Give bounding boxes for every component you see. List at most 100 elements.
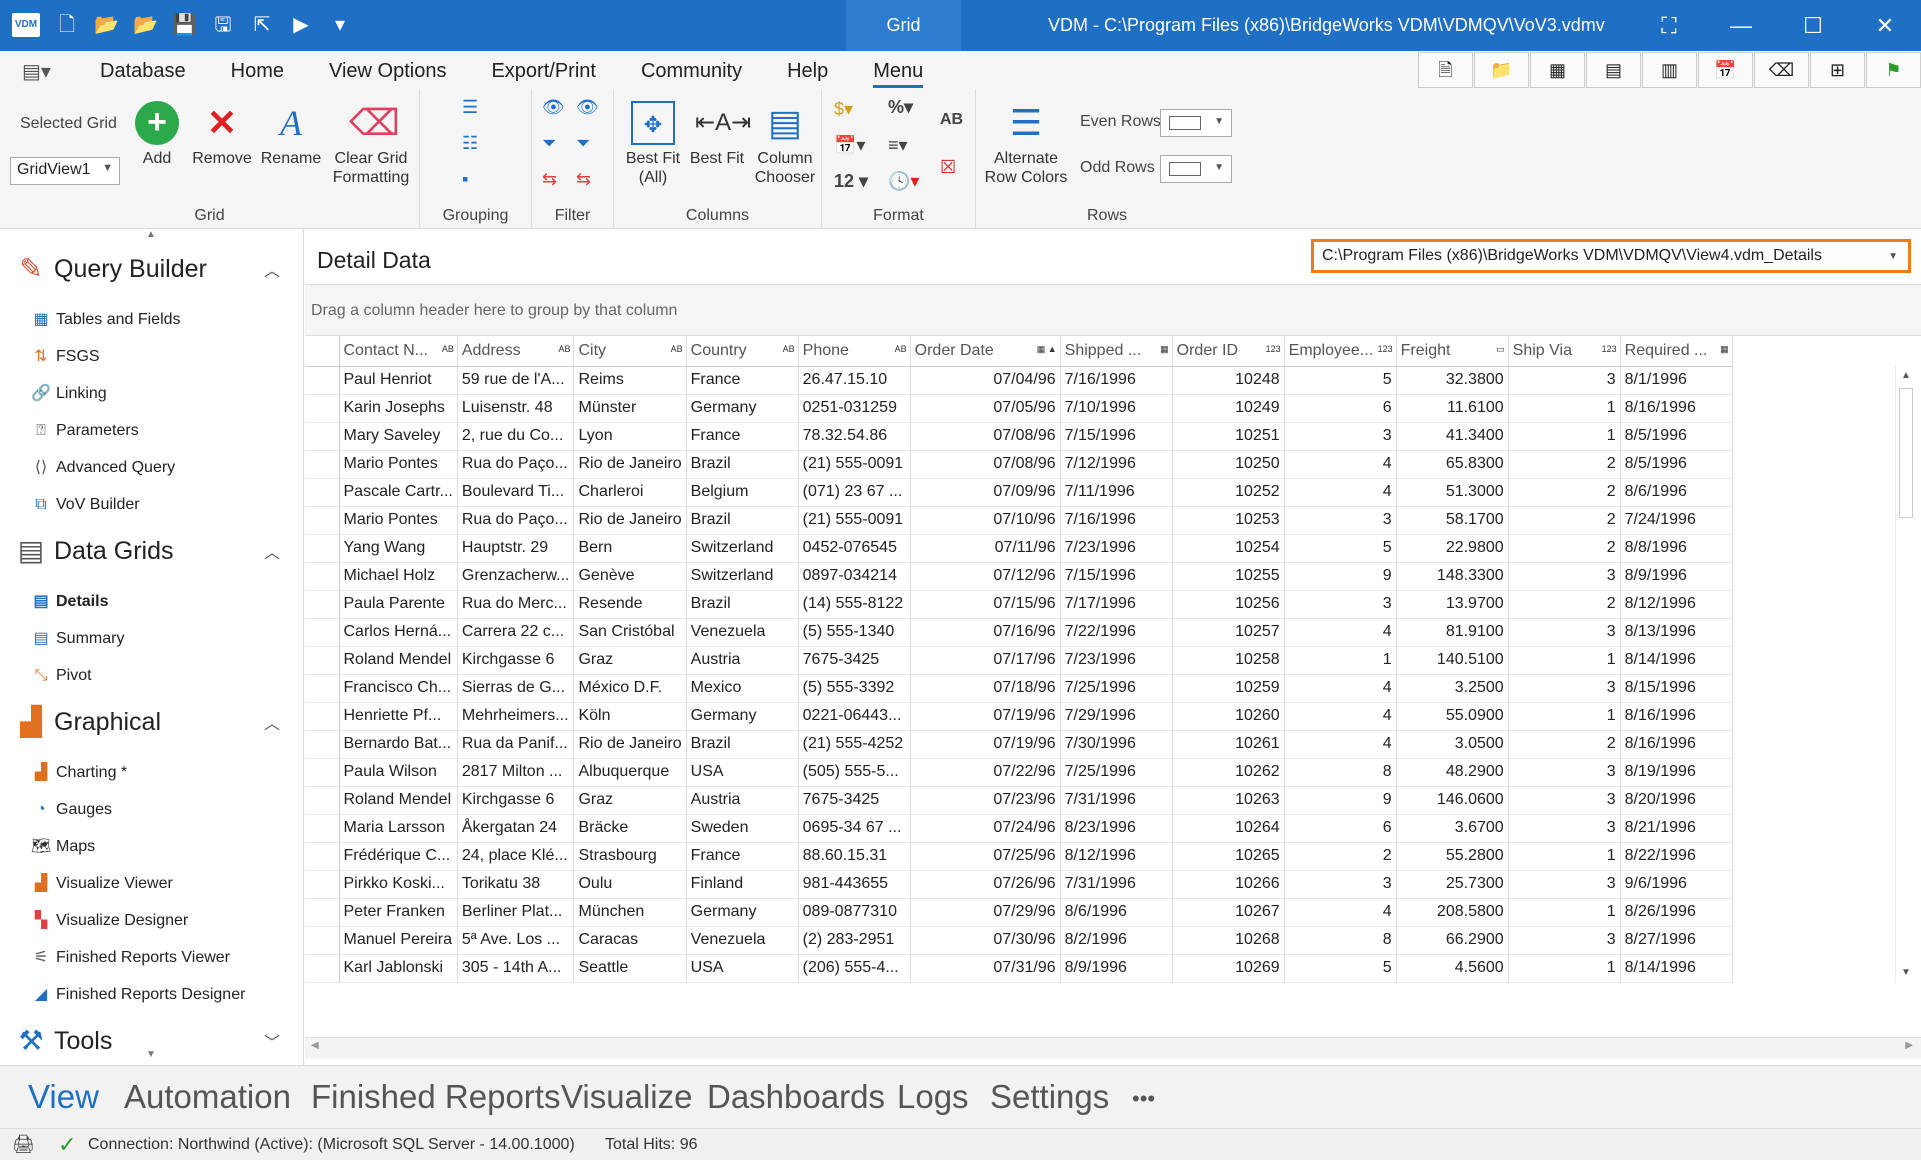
column-header[interactable]: Contact N... AB	[339, 336, 458, 367]
row-indicator[interactable]	[305, 730, 340, 759]
table-cell[interactable]: Genève	[573, 562, 687, 591]
table-cell[interactable]: Karl Jablonski	[339, 954, 458, 983]
table-cell[interactable]: Rua do Paço...	[457, 506, 575, 535]
odd-rows-color-picker[interactable]: ▼	[1160, 155, 1232, 183]
table-cell[interactable]: 0695-34 67 ...	[798, 814, 911, 843]
table-cell[interactable]: 3.0500	[1396, 730, 1509, 759]
table-cell[interactable]: 7/15/1996	[1060, 422, 1173, 451]
table-cell[interactable]: 1	[1508, 646, 1621, 675]
table-cell[interactable]: 8/22/1996	[1620, 842, 1733, 871]
table-cell[interactable]: (5) 555-1340	[798, 618, 911, 647]
table-cell[interactable]: 9	[1284, 786, 1397, 815]
table-cell[interactable]: 8/8/1996	[1620, 534, 1733, 563]
menu-community[interactable]: Community	[641, 60, 742, 88]
row-indicator[interactable]	[305, 590, 340, 619]
table-cell[interactable]: 8/14/1996	[1620, 954, 1733, 983]
table-cell[interactable]: Luisenstr. 48	[457, 394, 575, 423]
column-chooser-button[interactable]: ▤ Column Chooser	[752, 101, 818, 187]
tab-logs[interactable]: Logs	[897, 1078, 969, 1116]
table-cell[interactable]: 10264	[1172, 814, 1285, 843]
table-cell[interactable]: 8/15/1996	[1620, 674, 1733, 703]
table-cell[interactable]: Rua do Paço...	[457, 450, 575, 479]
table-cell[interactable]: Brazil	[686, 730, 799, 759]
table-cell[interactable]: 10259	[1172, 674, 1285, 703]
table-cell[interactable]: 07/26/96	[910, 870, 1061, 899]
section-tools[interactable]: ⚒ Tools ﹀	[14, 1024, 280, 1058]
table-cell[interactable]: 208.5800	[1396, 898, 1509, 927]
table-cell[interactable]: 66.2900	[1396, 926, 1509, 955]
table-cell[interactable]: 8/9/1996	[1060, 954, 1173, 983]
table-cell[interactable]: 9	[1284, 562, 1397, 591]
table-cell[interactable]: 3	[1284, 506, 1397, 535]
table-cell[interactable]: 10255	[1172, 562, 1285, 591]
table-cell[interactable]: (505) 555-5...	[798, 758, 911, 787]
selected-grid-combo[interactable]: GridView1 ▼	[10, 157, 120, 185]
table-cell[interactable]: 7/23/1996	[1060, 534, 1173, 563]
table-cell[interactable]: Kirchgasse 6	[457, 646, 575, 675]
table-cell[interactable]: 10266	[1172, 870, 1285, 899]
table-cell[interactable]: 07/09/96	[910, 478, 1061, 507]
table-cell[interactable]: 2	[1508, 590, 1621, 619]
table-cell[interactable]: 7/16/1996	[1060, 366, 1173, 395]
table-cell[interactable]: Rio de Janeiro	[573, 506, 687, 535]
hide-filter-icon[interactable]: 👁	[576, 97, 599, 118]
table-cell[interactable]: 07/10/96	[910, 506, 1061, 535]
table-row[interactable]: Yang Wang Hauptstr. 29 Bern Switzerland 0452…	[305, 534, 1733, 563]
table-cell[interactable]: 8/23/1996	[1060, 814, 1173, 843]
row-indicator[interactable]	[305, 954, 340, 983]
scroll-down-icon[interactable]: ▼	[1896, 963, 1916, 983]
table-cell[interactable]: Seattle	[573, 954, 687, 983]
table-row[interactable]: Peter Franken Berliner Plat... München Germ…	[305, 898, 1733, 927]
row-indicator[interactable]	[305, 366, 340, 395]
sidebar-item-parameters[interactable]: ⍰ Parameters	[30, 420, 139, 442]
table-cell[interactable]: Roland Mendel	[339, 646, 458, 675]
table-cell[interactable]: France	[686, 422, 799, 451]
table-cell[interactable]: Graz	[573, 646, 687, 675]
row-indicator[interactable]	[305, 786, 340, 815]
table-cell[interactable]: 7/24/1996	[1620, 506, 1733, 535]
table-cell[interactable]: 3	[1508, 786, 1621, 815]
table-cell[interactable]: Brazil	[686, 590, 799, 619]
sidebar-item-tables-and-fields[interactable]: ▦ Tables and Fields	[30, 309, 180, 331]
table-cell[interactable]: 7/16/1996	[1060, 506, 1173, 535]
table-cell[interactable]: Reims	[573, 366, 687, 395]
table-cell[interactable]: 10252	[1172, 478, 1285, 507]
table-cell[interactable]: Austria	[686, 646, 799, 675]
table-cell[interactable]: 55.2800	[1396, 842, 1509, 871]
close-button[interactable]: ✕	[1849, 0, 1921, 51]
table-cell[interactable]: 089-0877310	[798, 898, 911, 927]
sidebar-item-charting[interactable]: ▟ Charting *	[30, 762, 127, 784]
table-cell[interactable]: 5	[1284, 954, 1397, 983]
table-cell[interactable]: Peter Franken	[339, 898, 458, 927]
table-cell[interactable]: 9/6/1996	[1620, 870, 1733, 899]
table-cell[interactable]: 10268	[1172, 926, 1285, 955]
table-cell[interactable]: 8/12/1996	[1620, 590, 1733, 619]
table-row[interactable]: Maria Larsson Åkergatan 24 Bräcke Sweden 069…	[305, 814, 1733, 843]
table-cell[interactable]: 8/13/1996	[1620, 618, 1733, 647]
table-cell[interactable]: Rio de Janeiro	[573, 730, 687, 759]
table-cell[interactable]: Michael Holz	[339, 562, 458, 591]
table-cell[interactable]: Boulevard Ti...	[457, 478, 575, 507]
row-indicator[interactable]	[305, 758, 340, 787]
table-cell[interactable]: France	[686, 842, 799, 871]
table-cell[interactable]: 07/25/96	[910, 842, 1061, 871]
table-cell[interactable]: 10263	[1172, 786, 1285, 815]
table-cell[interactable]: 10260	[1172, 702, 1285, 731]
table-row[interactable]: Pascale Cartr... Boulevard Ti... Charleroi…	[305, 478, 1733, 507]
table-cell[interactable]: USA	[686, 758, 799, 787]
table-cell[interactable]: 11.6100	[1396, 394, 1509, 423]
table-cell[interactable]: (071) 23 67 ...	[798, 478, 911, 507]
table-cell[interactable]: 41.3400	[1396, 422, 1509, 451]
table-cell[interactable]: 10262	[1172, 758, 1285, 787]
table-cell[interactable]: (21) 555-4252	[798, 730, 911, 759]
table-cell[interactable]: 07/31/96	[910, 954, 1061, 983]
sidebar-item-linking[interactable]: 🔗 Linking	[30, 383, 107, 405]
table-cell[interactable]: Resende	[573, 590, 687, 619]
table-cell[interactable]: 8/26/1996	[1620, 898, 1733, 927]
settings-doc-icon[interactable]: 🗎	[1418, 52, 1473, 88]
table-cell[interactable]: 58.1700	[1396, 506, 1509, 535]
table-cell[interactable]: Henriette Pf...	[339, 702, 458, 731]
table-cell[interactable]: 148.3300	[1396, 562, 1509, 591]
table-cell[interactable]: (21) 555-0091	[798, 450, 911, 479]
sidebar-item-visualize-viewer[interactable]: ▟ Visualize Viewer	[30, 873, 173, 895]
